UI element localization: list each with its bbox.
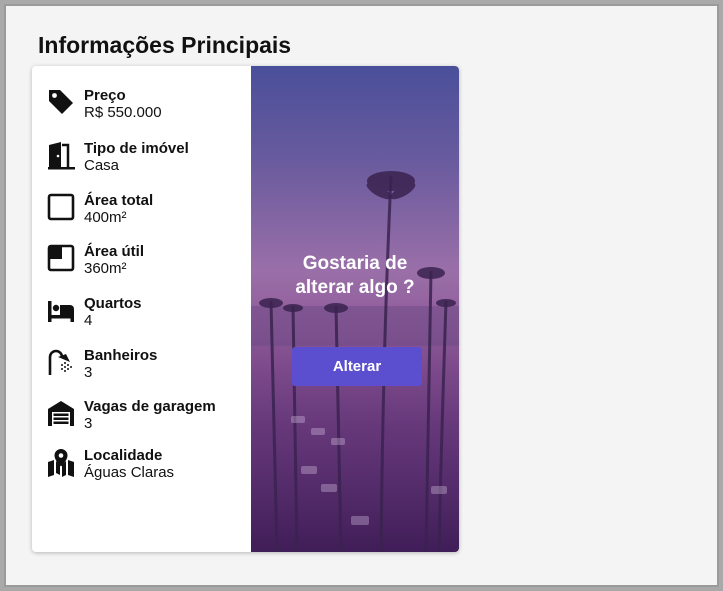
app-frame: Informações Principais Preço R$ 550.000 … (4, 4, 719, 587)
info-item-price: Preço R$ 550.000 (46, 87, 256, 127)
info-card: Preço R$ 550.000 Tipo de imóvel Casa Áre… (32, 66, 459, 552)
square-filled-corner-icon (46, 243, 76, 273)
info-item-location: Localidade Águas Claras (46, 447, 256, 487)
info-value: R$ 550.000 (84, 104, 162, 121)
palm-trees-background-image (251, 171, 459, 552)
door-icon (46, 140, 76, 170)
info-item-bathrooms: Banheiros 3 (46, 347, 256, 387)
alter-button[interactable]: Alterar (292, 347, 422, 386)
info-value: 3 (84, 415, 93, 432)
info-value: 3 (84, 364, 93, 381)
info-label: Vagas de garagem (84, 398, 216, 415)
info-value: 360m² (84, 260, 127, 277)
garage-icon (46, 398, 76, 428)
bed-icon (46, 295, 76, 325)
promo-title: Gostaria de alterar algo ? (251, 252, 459, 300)
info-value: Casa (84, 157, 120, 174)
info-label: Tipo de imóvel (84, 140, 189, 157)
info-item-useful-area: Área útil 360m² (46, 243, 256, 283)
info-label: Banheiros (84, 347, 158, 364)
page-title: Informações Principais (38, 32, 292, 58)
shower-icon (46, 347, 76, 377)
info-label: Área útil (84, 243, 145, 260)
info-value: 400m² (84, 209, 127, 226)
info-label: Localidade (84, 447, 163, 464)
edit-promo-panel: Gostaria de alterar algo ? Alterar (251, 66, 459, 552)
info-label: Preço (84, 87, 126, 104)
square-outline-icon (46, 192, 76, 222)
info-label: Quartos (84, 295, 142, 312)
info-item-bedrooms: Quartos 4 (46, 295, 256, 335)
info-item-garage: Vagas de garagem 3 (46, 398, 256, 438)
promo-title-line: Gostaria de (302, 253, 408, 274)
info-item-total-area: Área total 400m² (46, 192, 256, 232)
promo-title-line: alterar algo ? (295, 277, 415, 298)
map-location-icon (46, 447, 76, 477)
info-value: Águas Claras (84, 464, 175, 481)
price-tag-icon (46, 87, 76, 117)
info-value: 4 (84, 312, 93, 329)
info-item-property-type: Tipo de imóvel Casa (46, 140, 256, 180)
info-label: Área total (84, 192, 154, 209)
